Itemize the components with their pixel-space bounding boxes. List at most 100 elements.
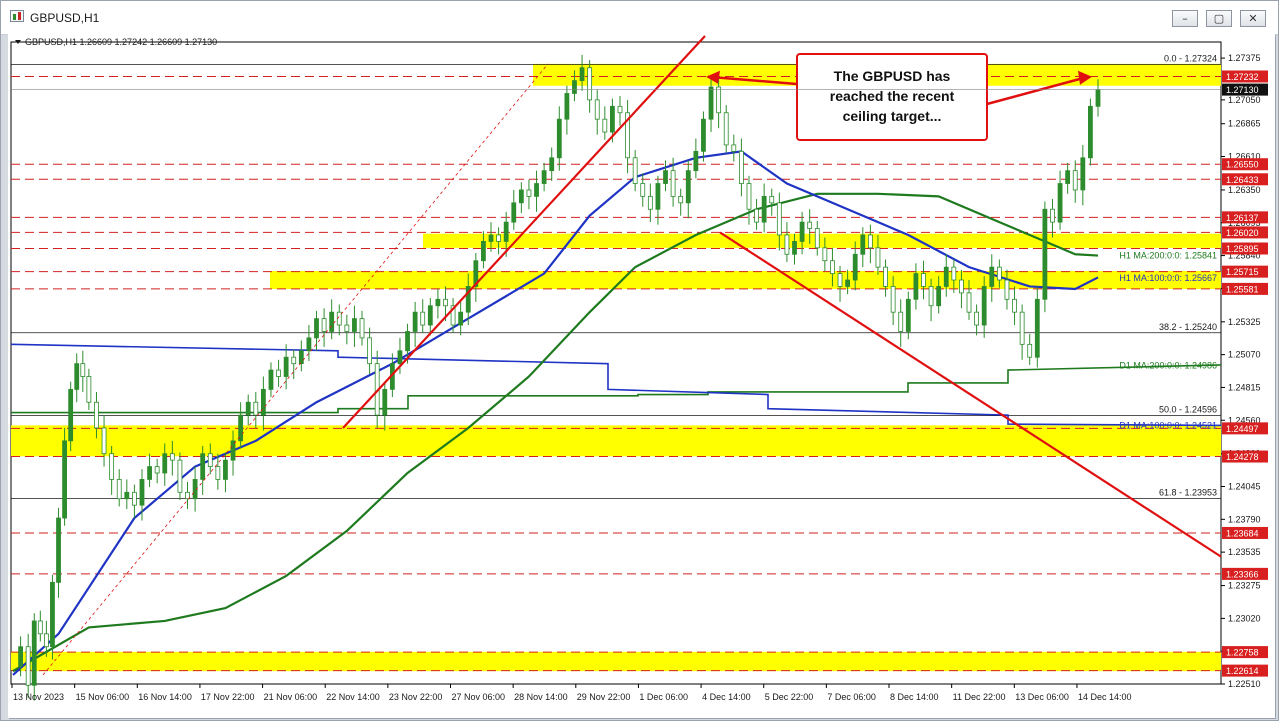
- price-label: 1.25715: [1226, 267, 1259, 277]
- candle-body: [367, 337, 373, 365]
- candle-body: [131, 491, 137, 506]
- candle-body: [564, 93, 570, 120]
- candle-body: [223, 459, 228, 480]
- price-label: 1.26137: [1226, 213, 1259, 223]
- candle-body: [25, 646, 31, 686]
- price-label: 1.26550: [1226, 160, 1259, 170]
- candle-body: [253, 401, 259, 416]
- close-button[interactable]: ✕: [1240, 10, 1266, 27]
- y-tick-label: 1.23790: [1228, 514, 1261, 524]
- minimize-button[interactable]: –: [1172, 10, 1198, 27]
- candle-body: [177, 459, 183, 493]
- candle-body: [716, 86, 722, 114]
- candle-body: [587, 67, 593, 101]
- candle-body: [799, 221, 805, 242]
- candle-body: [283, 356, 289, 377]
- candle-body: [306, 337, 312, 352]
- y-tick-label: 1.27375: [1228, 53, 1261, 63]
- price-label: 1.23684: [1226, 528, 1259, 538]
- candle-body: [526, 189, 532, 197]
- candle-body: [769, 195, 775, 204]
- y-tick-label: 1.24815: [1228, 382, 1261, 392]
- price-label: 1.26020: [1226, 228, 1259, 238]
- price-label: 1.25581: [1226, 284, 1259, 294]
- candle-body: [663, 170, 668, 184]
- candle-body: [1027, 343, 1033, 358]
- candle-body: [1042, 208, 1048, 300]
- candle-body: [974, 311, 980, 326]
- candle-body: [185, 491, 190, 500]
- price-label: 1.22758: [1226, 648, 1259, 658]
- minimize-icon: –: [1182, 12, 1188, 25]
- x-tick-label: 13 Dec 06:00: [1015, 692, 1069, 702]
- window-title: GBPUSD,H1: [30, 11, 100, 25]
- x-tick-label: 21 Nov 06:00: [264, 692, 318, 702]
- candle-body: [640, 183, 646, 197]
- x-tick-label: 11 Dec 22:00: [953, 692, 1006, 702]
- candle-body: [481, 241, 486, 262]
- candle-body: [215, 466, 221, 480]
- candle-body: [685, 170, 691, 204]
- candle-body: [420, 311, 426, 326]
- candle-body: [352, 318, 357, 332]
- candle-body: [670, 170, 676, 197]
- candle-body: [56, 517, 61, 583]
- candle-body: [1095, 89, 1101, 107]
- candle-body: [1019, 311, 1025, 345]
- support-resistance-zone: [11, 651, 1221, 672]
- y-tick-label: 1.25070: [1228, 350, 1261, 360]
- y-tick-label: 1.25325: [1228, 317, 1261, 327]
- candle-body: [936, 286, 942, 307]
- candle-body: [245, 401, 251, 416]
- candle-body: [807, 221, 813, 229]
- candle-body: [1072, 170, 1078, 191]
- support-resistance-zone: [11, 425, 1221, 457]
- candle-body: [427, 305, 433, 326]
- fib-label: 50.0 - 1.24596: [1159, 405, 1217, 415]
- price-label: 1.23366: [1226, 569, 1259, 579]
- title-bar: GBPUSD,H1 – ▢ ✕: [1, 1, 1278, 35]
- x-tick-label: 8 Dec 14:00: [890, 692, 939, 702]
- ma-label: H1 MA:100:0:0: 1.25667: [1119, 273, 1217, 283]
- candle-body: [43, 633, 49, 648]
- candle-body: [784, 234, 790, 255]
- x-tick-label: 29 Nov 22:00: [577, 692, 631, 702]
- candle-body: [959, 279, 964, 294]
- candle-body: [109, 453, 115, 480]
- chart-icon: [10, 10, 24, 22]
- maximize-button[interactable]: ▢: [1206, 10, 1232, 27]
- annotation-line: ceiling target...: [843, 108, 942, 124]
- candle-body: [746, 183, 752, 210]
- candle-body: [139, 479, 145, 506]
- candle-body: [314, 318, 319, 339]
- candle-body: [37, 620, 43, 635]
- candle-body: [435, 298, 441, 307]
- price-label: 1.25895: [1226, 244, 1259, 254]
- candle-body: [723, 112, 729, 146]
- candle-body: [1057, 183, 1063, 223]
- candle-body: [260, 388, 266, 416]
- candle-body: [860, 234, 866, 255]
- candle-body: [1034, 298, 1040, 358]
- candle-body: [1080, 157, 1086, 191]
- fib-label: 38.2 - 1.25240: [1159, 322, 1217, 332]
- candle-body: [86, 376, 92, 403]
- candle-body: [1012, 298, 1017, 313]
- candle-body: [921, 273, 926, 287]
- y-tick-label: 1.26350: [1228, 185, 1261, 195]
- maximize-icon: ▢: [1213, 12, 1225, 25]
- x-tick-label: 1 Dec 06:00: [639, 692, 688, 702]
- candle-body: [708, 86, 714, 120]
- candle-body: [511, 202, 517, 223]
- candle-body: [655, 183, 661, 210]
- candle-body: [1088, 105, 1093, 159]
- candle-body: [556, 118, 562, 159]
- price-chart[interactable]: 0.0 - 1.27324 38.2 - 1.25240 50.0 - 1.2459…: [8, 34, 1275, 718]
- candle-body: [845, 279, 851, 287]
- x-tick-label: 7 Dec 06:00: [827, 692, 876, 702]
- candle-body: [488, 234, 494, 242]
- candle-body: [298, 350, 304, 365]
- candle-body: [837, 273, 843, 287]
- candle-body: [276, 369, 281, 377]
- x-tick-label: 16 Nov 14:00: [138, 692, 192, 702]
